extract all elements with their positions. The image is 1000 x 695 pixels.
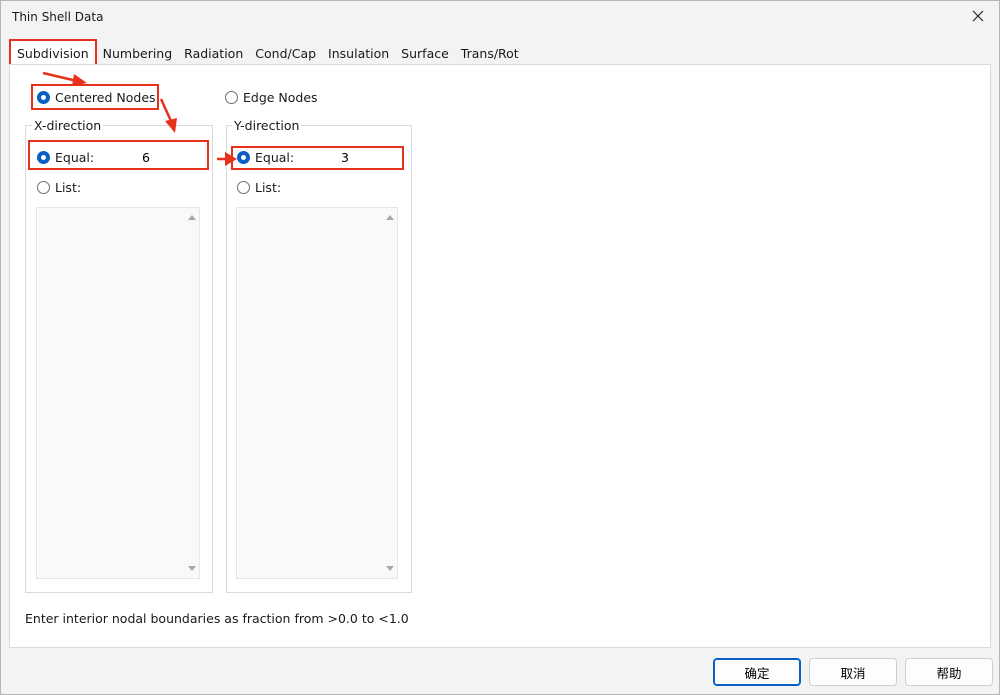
close-icon [972, 10, 984, 22]
x-equal-label: Equal: [55, 150, 95, 165]
close-button[interactable] [963, 3, 993, 29]
tab-insulation[interactable]: Insulation [322, 41, 395, 65]
help-button[interactable]: 帮助 [905, 658, 993, 686]
x-direction-label: X-direction [32, 118, 104, 133]
radio-selected-icon [37, 151, 50, 164]
centered-nodes-radio[interactable]: Centered Nodes [37, 90, 156, 105]
x-list-label: List: [55, 180, 82, 195]
tab-numbering[interactable]: Numbering [97, 41, 179, 65]
y-equal-radio[interactable]: Equal: [237, 150, 294, 165]
tab-radiation[interactable]: Radiation [178, 41, 249, 65]
tab-subdivision[interactable]: Subdivision [9, 39, 97, 65]
y-direction-label: Y-direction [232, 118, 302, 133]
cancel-button[interactable]: 取消 [809, 658, 897, 686]
x-equal-input[interactable] [140, 147, 200, 167]
window-title: Thin Shell Data [12, 10, 104, 24]
edge-nodes-label: Edge Nodes [243, 90, 318, 105]
x-list-scrollbar[interactable] [185, 208, 199, 578]
radio-unselected-icon [237, 181, 250, 194]
y-list-scrollbar[interactable] [383, 208, 397, 578]
hint-text: Enter interior nodal boundaries as fract… [25, 611, 409, 626]
radio-selected-icon [237, 151, 250, 164]
radio-selected-icon [37, 91, 50, 104]
tab-trans-rot[interactable]: Trans/Rot [455, 41, 525, 65]
y-list-radio[interactable]: List: [237, 180, 281, 195]
centered-nodes-label: Centered Nodes [55, 90, 156, 105]
y-equal-label: Equal: [255, 150, 295, 165]
y-equal-input[interactable] [339, 147, 394, 167]
radio-unselected-icon [37, 181, 50, 194]
scroll-up-icon[interactable] [188, 215, 196, 220]
ok-button[interactable]: 确定 [713, 658, 801, 686]
thin-shell-dialog: Thin Shell Data Subdivision Numbering Ra… [0, 0, 1000, 695]
scroll-up-icon[interactable] [386, 215, 394, 220]
tab-bar: Subdivision Numbering Radiation Cond/Cap… [9, 39, 525, 65]
tab-cond-cap[interactable]: Cond/Cap [249, 41, 322, 65]
tab-surface[interactable]: Surface [395, 41, 455, 65]
scroll-down-icon[interactable] [188, 566, 196, 571]
y-list-box[interactable] [236, 207, 398, 579]
y-list-label: List: [255, 180, 282, 195]
x-list-box[interactable] [36, 207, 200, 579]
radio-unselected-icon [225, 91, 238, 104]
edge-nodes-radio[interactable]: Edge Nodes [225, 90, 318, 105]
title-bar: Thin Shell Data [1, 1, 999, 33]
x-list-radio[interactable]: List: [37, 180, 81, 195]
x-equal-radio[interactable]: Equal: [37, 150, 94, 165]
scroll-down-icon[interactable] [386, 566, 394, 571]
